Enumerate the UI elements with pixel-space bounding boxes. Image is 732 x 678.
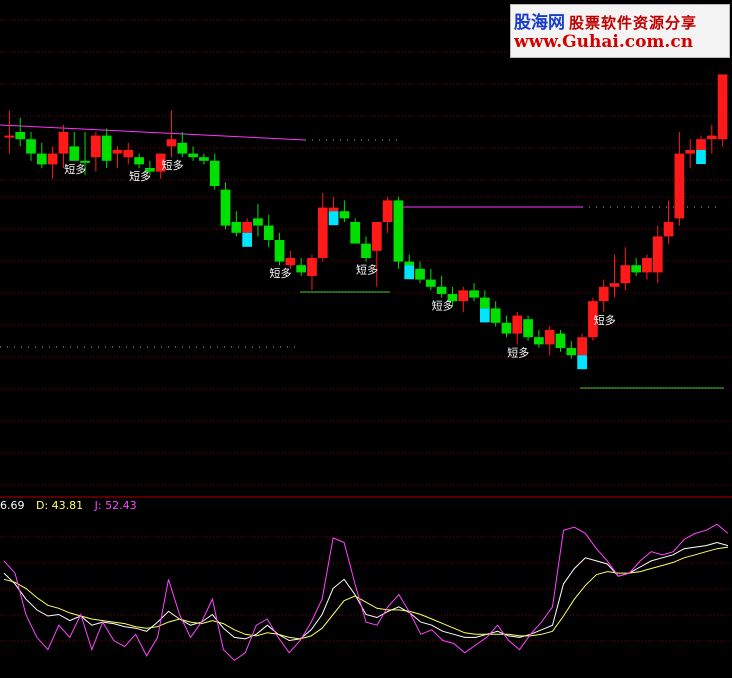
candle-body — [577, 337, 587, 356]
candle-body — [101, 135, 112, 161]
candle-body — [534, 337, 544, 345]
signal-label: 短多 — [594, 313, 616, 327]
candle-body — [123, 150, 134, 158]
cyan-signal-block — [696, 150, 706, 164]
candle-body — [696, 139, 706, 150]
candle-body — [642, 258, 652, 273]
candle-body — [296, 265, 307, 273]
candle-body — [285, 258, 296, 266]
candle-body — [631, 265, 642, 273]
candle-body — [425, 279, 436, 287]
candle-body — [166, 139, 177, 147]
candle-body — [188, 153, 198, 158]
candle-body — [36, 153, 47, 165]
cyan-signal-block — [577, 355, 587, 370]
candle-body — [609, 283, 620, 287]
candle-body — [458, 290, 469, 302]
candle-body — [253, 218, 263, 226]
candle-body — [263, 225, 274, 240]
candle-body — [566, 348, 577, 356]
candle-body — [382, 200, 393, 222]
cyan-signal-block — [328, 211, 339, 226]
signal-label: 短多 — [64, 162, 86, 176]
watermark-brand: 股海网 — [514, 13, 565, 33]
candle-body — [404, 261, 415, 266]
candle-body — [134, 157, 144, 165]
candle-body — [361, 243, 371, 258]
candle-body — [339, 211, 350, 219]
candle-body — [512, 315, 523, 334]
candle-body — [620, 265, 631, 284]
kdj-k-line — [3, 541, 729, 642]
kdj-indicator — [0, 523, 732, 662]
watermark-url: www.Guhai.com.cn — [514, 32, 694, 52]
candle-body — [317, 207, 328, 258]
candle-body — [15, 132, 26, 140]
candle-body — [199, 157, 209, 161]
candle-body — [69, 146, 80, 161]
kdj-readout: 6.69 D: 43.81 J: 52.43 — [0, 499, 145, 512]
candle-body — [523, 319, 533, 338]
cyan-signal-block — [480, 308, 490, 323]
d-value: D: 43.81 — [36, 499, 84, 512]
candle-body — [490, 308, 501, 323]
kdj-j-line — [3, 523, 729, 662]
candle-body — [242, 222, 252, 233]
j-value: J: 52.43 — [94, 499, 137, 512]
candle-body — [717, 74, 728, 140]
candle-body — [58, 132, 69, 154]
candle-body — [415, 268, 425, 280]
candle-body — [674, 153, 685, 219]
signal-label: 短多 — [270, 266, 292, 280]
candle-body — [26, 139, 36, 154]
candle-body — [663, 222, 674, 237]
candle-body — [436, 286, 447, 294]
candle-body — [177, 142, 188, 154]
candle-body — [231, 222, 242, 233]
signal-label: 短多 — [161, 158, 183, 172]
candle-body — [47, 153, 58, 165]
candle-body — [350, 222, 361, 244]
watermark-logo: 股海网 股票软件资源分享 www.Guhai.com.cn — [510, 4, 730, 58]
candle-body — [685, 150, 696, 154]
candle-body — [393, 200, 404, 262]
candle-body — [652, 236, 663, 273]
candle-body — [209, 160, 220, 186]
signal-annotations: 短多短多短多短多 短多短多短多短多 — [64, 158, 615, 359]
candle-body — [328, 207, 339, 212]
watermark-slogan: 股票软件资源分享 — [569, 14, 698, 32]
candle-body — [112, 150, 123, 154]
candle-body — [307, 258, 317, 276]
cyan-signal-block — [404, 265, 415, 280]
signal-label: 短多 — [507, 345, 529, 359]
candle-body — [480, 297, 490, 309]
candle-body — [469, 290, 479, 298]
candle-body — [598, 286, 609, 302]
candle-body — [90, 135, 101, 158]
cyan-signal-block — [242, 232, 252, 247]
stock-chart: 短多短多短多短多 短多短多短多短多 — [0, 19, 732, 662]
watermark-title: 股海网 股票软件资源分享 — [514, 8, 697, 33]
signal-label: 短多 — [129, 169, 151, 183]
candle-body — [371, 222, 382, 251]
candle-body — [555, 333, 566, 348]
candle-body — [501, 322, 512, 334]
k-value: 6.69 — [0, 499, 25, 512]
signal-label: 短多 — [432, 299, 454, 313]
candle-body — [4, 135, 15, 138]
candle-body — [544, 330, 555, 345]
signal-label: 短多 — [356, 263, 378, 277]
resistance-line — [0, 124, 306, 141]
candle-body — [706, 135, 717, 140]
candle-body — [274, 240, 285, 262]
candle-body — [220, 189, 231, 226]
kdj-d-line — [3, 546, 729, 640]
